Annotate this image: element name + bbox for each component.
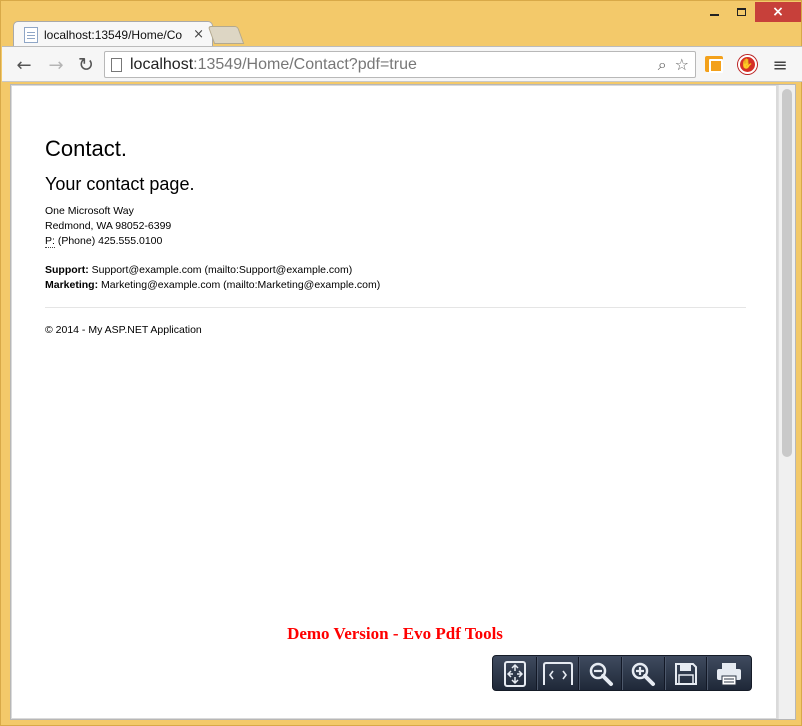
- hamburger-menu-icon: ≡: [772, 54, 788, 76]
- address-block: One Microsoft Way Redmond, WA 98052-6399…: [45, 204, 745, 249]
- page-footer: © 2014 - My ASP.NET Application: [45, 324, 202, 336]
- maximize-icon: [736, 8, 746, 16]
- page-subtitle: Your contact page.: [45, 174, 195, 194]
- content-viewport: Contact. Your contact page. One Microsof…: [10, 84, 796, 720]
- print-button[interactable]: [707, 657, 750, 690]
- pdf-toolbar: [492, 655, 752, 691]
- contact-emails: Support: Support@example.com (mailto:Sup…: [45, 263, 745, 293]
- page-content: Contact. Your contact page. One Microsof…: [45, 136, 746, 336]
- close-window-button[interactable]: ×: [755, 2, 801, 22]
- marketing-label: Marketing:: [45, 279, 99, 291]
- browser-toolbar: ← → ↻ localhost:13549/Home/Contact?pdf=t…: [2, 46, 802, 82]
- print-icon: [717, 662, 742, 685]
- stop-hand-glyph: ✋: [740, 58, 754, 70]
- url-text[interactable]: localhost:13549/Home/Contact?pdf=true: [130, 56, 417, 74]
- zoom-in-button[interactable]: [622, 657, 665, 690]
- browser-menu-button[interactable]: ≡: [768, 53, 792, 77]
- tab-contact[interactable]: localhost:13549/Home/Co ×: [13, 21, 213, 47]
- page-title: Contact.: [45, 136, 127, 161]
- page-icon: [111, 57, 122, 72]
- support-text: Support@example.com (mailto:Support@exam…: [88, 264, 353, 276]
- close-icon: ×: [772, 4, 784, 20]
- divider: [45, 307, 746, 308]
- marketing-text: Marketing@example.com (mailto:Marketing@…: [98, 279, 381, 291]
- back-button[interactable]: ←: [12, 53, 36, 77]
- phone-line: P: (Phone) 425.555.0100: [45, 234, 745, 249]
- marketing-line: Marketing: Marketing@example.com (mailto…: [45, 278, 745, 293]
- zoom-in-icon: [632, 662, 656, 686]
- fit-width-button[interactable]: [536, 657, 580, 690]
- tab-title: localhost:13549/Home/Co: [44, 27, 183, 42]
- url-path: :13549/Home/Contact?pdf=true: [193, 55, 417, 73]
- new-tab-button[interactable]: [207, 26, 245, 44]
- stop-hand-icon: ✋: [737, 54, 757, 74]
- fit-width-icon: [542, 661, 573, 685]
- reload-button[interactable]: ↻: [74, 53, 98, 77]
- extension-icon: [705, 56, 723, 73]
- support-label: Support:: [45, 264, 89, 276]
- phone-text: (Phone) 425.555.0100: [54, 235, 163, 247]
- zoom-out-button[interactable]: [579, 657, 622, 690]
- fit-page-button[interactable]: [494, 657, 537, 690]
- forward-button[interactable]: →: [44, 53, 68, 77]
- page-favicon-icon: [24, 26, 38, 43]
- address-line-2: Redmond, WA 98052-6399: [45, 220, 172, 232]
- pdf-page: Contact. Your contact page. One Microsof…: [12, 86, 776, 718]
- minimize-button[interactable]: [701, 2, 727, 22]
- address-bar[interactable]: localhost:13549/Home/Contact?pdf=true ⌕ …: [104, 51, 696, 78]
- save-icon: [675, 662, 697, 685]
- save-button[interactable]: [664, 657, 708, 690]
- maximize-button[interactable]: [728, 2, 754, 22]
- zoom-out-icon: [589, 662, 613, 686]
- tab-close-icon[interactable]: ×: [193, 27, 204, 42]
- reload-icon: ↻: [78, 54, 94, 76]
- extension-button-1[interactable]: [703, 53, 725, 75]
- url-host: localhost: [130, 55, 194, 73]
- extension-button-2[interactable]: ✋: [736, 53, 758, 75]
- bookmark-star-icon[interactable]: ☆: [675, 55, 689, 75]
- back-arrow-icon: ←: [16, 54, 32, 76]
- address-line-1: One Microsoft Way: [45, 205, 134, 217]
- phone-abbr: P:: [45, 235, 55, 248]
- minimize-icon: [709, 14, 719, 16]
- search-icon[interactable]: ⌕: [658, 55, 667, 75]
- browser-window: × localhost:13549/Home/Co × ← → ↻ localh…: [0, 0, 802, 726]
- vertical-scrollbar[interactable]: [778, 85, 795, 719]
- forward-arrow-icon: →: [48, 54, 64, 76]
- demo-watermark: Demo Version - Evo Pdf Tools: [287, 624, 503, 643]
- scrollbar-thumb[interactable]: [782, 89, 792, 457]
- fit-page-icon: [503, 660, 526, 687]
- support-line: Support: Support@example.com (mailto:Sup…: [45, 263, 745, 278]
